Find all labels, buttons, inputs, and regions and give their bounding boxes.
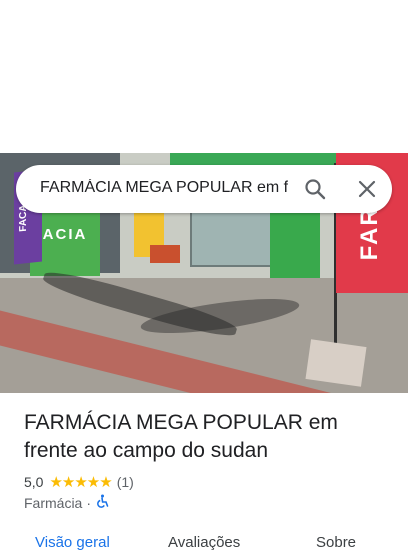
wheelchair-icon xyxy=(95,494,109,511)
tab-reviews[interactable]: Avaliações xyxy=(168,534,240,551)
cart xyxy=(150,245,180,263)
category-label: Farmácia xyxy=(24,494,83,511)
search-bar[interactable]: FARMÁCIA MEGA POPULAR em frente ao campo… xyxy=(16,165,392,213)
category-row: Farmácia · xyxy=(24,494,109,511)
tab-about[interactable]: Sobre xyxy=(316,534,356,551)
rating-value: 5,0 xyxy=(24,474,44,490)
green-wall xyxy=(270,203,320,281)
tab-bar: Visão geral Avaliações Sobre xyxy=(0,532,408,551)
pole-base xyxy=(305,339,367,387)
star-rating-icon: ★★★★★ xyxy=(49,474,112,491)
store-window xyxy=(190,211,274,267)
search-icon[interactable] xyxy=(302,176,328,202)
close-icon[interactable] xyxy=(354,176,380,202)
rating-row[interactable]: 5,0 ★★★★★ (1) xyxy=(24,473,134,491)
search-input[interactable]: FARMÁCIA MEGA POPULAR em frente ao campo… xyxy=(40,179,288,197)
separator: · xyxy=(86,494,92,511)
tab-overview[interactable]: Visão geral xyxy=(35,534,110,551)
review-count: (1) xyxy=(116,474,134,490)
place-title: FARMÁCIA MEGA POPULAR em frente ao campo… xyxy=(24,411,338,462)
